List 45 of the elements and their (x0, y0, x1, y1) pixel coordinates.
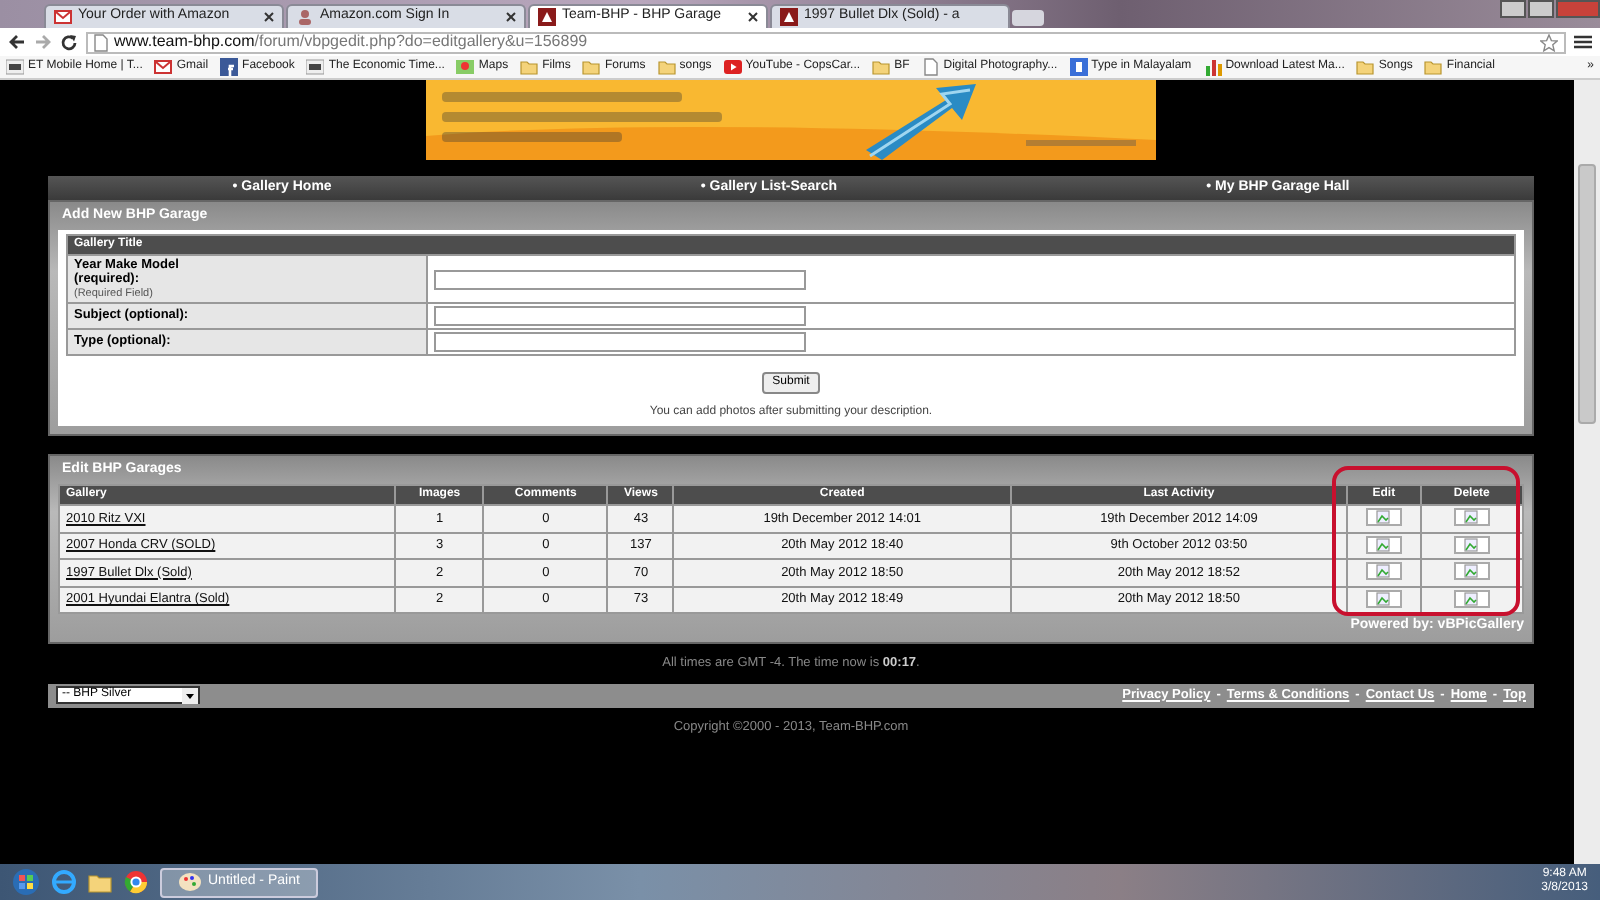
back-icon[interactable] (8, 34, 26, 50)
input-field[interactable] (434, 306, 806, 327)
scrollbar[interactable] (1574, 80, 1600, 864)
input-field[interactable] (434, 332, 806, 353)
delete-button[interactable] (1453, 589, 1490, 608)
edit-button[interactable] (1365, 562, 1402, 581)
new-tab-button[interactable] (1012, 10, 1044, 26)
url-text: www.team-bhp.com/forum/vbpgedit.php?do=editgallery&u=156899 (114, 32, 588, 52)
map-pin-icon (456, 58, 475, 76)
person-icon (296, 8, 314, 26)
broken-image-icon (1464, 510, 1479, 525)
caret-icon (182, 687, 198, 704)
maximize-button[interactable] (1528, 0, 1554, 18)
bars-icon (1203, 58, 1222, 76)
menu-icon[interactable] (1574, 34, 1592, 50)
input-field[interactable] (434, 269, 806, 290)
broken-image-icon (1376, 537, 1391, 552)
broken-image-icon (1376, 564, 1391, 579)
palette-icon (178, 870, 202, 894)
reload-icon[interactable] (60, 33, 78, 51)
delete-button[interactable] (1453, 562, 1490, 581)
envelope-icon (54, 8, 72, 26)
close-icon[interactable] (506, 12, 516, 22)
broken-image-icon (1376, 591, 1391, 606)
start-button[interactable] (12, 868, 40, 896)
page-icon (94, 33, 108, 51)
folder-icon[interactable] (88, 870, 112, 894)
address-bar[interactable]: www.team-bhp.com/forum/vbpgedit.php?do=editgallery&u=156899 (86, 31, 1566, 53)
edit-button[interactable] (1365, 589, 1402, 608)
broken-image-icon (1464, 564, 1479, 579)
star-icon[interactable] (1540, 33, 1558, 51)
delete-button[interactable] (1453, 508, 1490, 527)
broken-image-icon (1464, 537, 1479, 552)
minimize-button[interactable] (1500, 0, 1526, 18)
delete-button[interactable] (1453, 535, 1490, 554)
close-icon[interactable] (264, 12, 274, 22)
forward-icon[interactable] (34, 34, 52, 50)
edit-button[interactable] (1365, 508, 1402, 527)
close-icon[interactable] (748, 12, 758, 22)
browser-icon[interactable] (52, 870, 76, 894)
broken-image-icon (1464, 591, 1479, 606)
scroll-thumb[interactable] (1578, 164, 1596, 424)
browser-icon[interactable] (124, 870, 148, 894)
edit-button[interactable] (1365, 535, 1402, 554)
broken-image-icon (1376, 510, 1391, 525)
